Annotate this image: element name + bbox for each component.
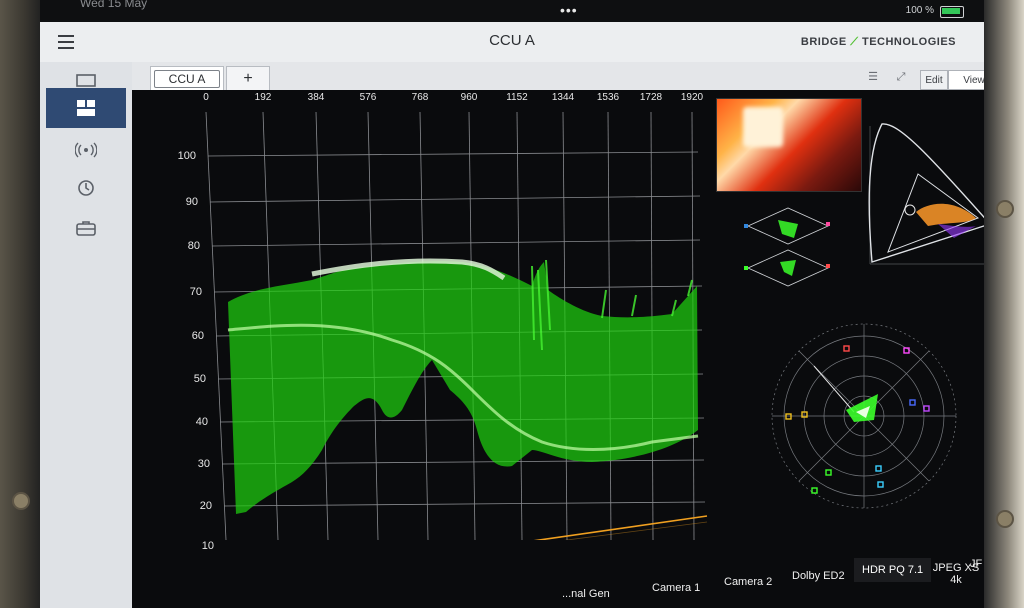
app-header: CCU A BRIDGE ⟋ TECHNOLOGIES [40, 22, 984, 62]
tablet-screen: Wed 15 May ••• 100 % CCU A BRIDGE ⟋ TECH… [40, 0, 984, 608]
screw-icon [996, 510, 1014, 528]
vectorscope[interactable] [766, 318, 962, 514]
preset-signal-gen[interactable]: ...nal Gen [562, 588, 610, 600]
sidebar-item-broadcast[interactable] [46, 130, 126, 170]
color-cube-viewer[interactable] [738, 200, 848, 310]
rack-frame-right [984, 0, 1024, 608]
edit-button[interactable]: Edit [920, 70, 948, 90]
tab-label: CCU A [153, 69, 221, 88]
bridge-technologies-logo: BRIDGE ⟋ TECHNOLOGIES [800, 36, 956, 48]
preset-bar: ...nal Gen Camera 1 Camera 2 Dolby ED2 H… [132, 538, 984, 608]
sidebar-item-clock[interactable] [46, 168, 126, 208]
waveform-graph [205, 111, 708, 540]
sliders-icon[interactable]: ☰ [866, 70, 880, 84]
expand-icon[interactable]: ⤢ [894, 70, 908, 84]
cie-chromaticity-diagram[interactable] [858, 114, 984, 274]
sidebar-item-toolbox[interactable] [46, 208, 126, 248]
status-bar: Wed 15 May ••• 100 % [40, 0, 984, 22]
layout-icon [77, 100, 95, 116]
preset-camera-1[interactable]: Camera 1 [652, 582, 700, 594]
toolbox-icon [76, 221, 96, 236]
battery-icon [940, 6, 964, 18]
sidebar-item-layout[interactable] [46, 88, 126, 128]
rack-frame-left [0, 0, 40, 608]
preset-camera-2[interactable]: Camera 2 [724, 576, 772, 588]
status-date: Wed 15 May [80, 0, 148, 10]
battery-percent: 100 % [905, 5, 934, 16]
preset-dolby-ed2[interactable]: Dolby ED2 [792, 570, 845, 582]
screw-icon [996, 200, 1014, 218]
sidebar [40, 62, 132, 608]
monitor-canvas: 0 192 384 576 768 960 1152 1344 1536 172… [132, 90, 984, 608]
view-button[interactable]: View [948, 70, 984, 90]
broadcast-icon [75, 142, 97, 158]
multitask-dots-icon[interactable]: ••• [560, 2, 578, 18]
waveform-panel[interactable]: 0 192 384 576 768 960 1152 1344 1536 172… [132, 90, 712, 552]
preset-hdr-pq[interactable]: HDR PQ 7.1 [854, 558, 932, 582]
screw-icon [12, 492, 30, 510]
tab-ccu-a[interactable]: CCU A [150, 66, 224, 90]
add-tab-button[interactable]: + [226, 66, 270, 90]
highlight-region [743, 107, 783, 147]
preset-more[interactable]: JF [970, 558, 982, 570]
clock-icon [78, 180, 94, 196]
tab-bar: CCU A + ☰ ⤢ Edit View [132, 62, 984, 90]
video-thumbnail[interactable] [716, 98, 862, 192]
